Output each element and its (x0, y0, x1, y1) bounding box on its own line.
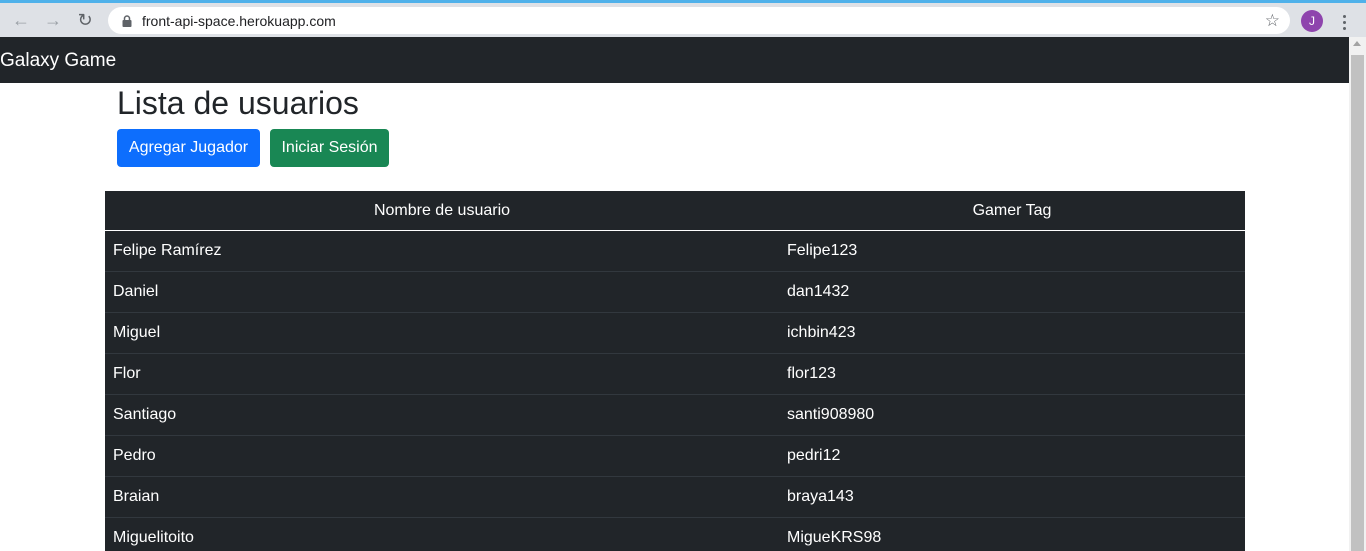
username-cell: Miguel (113, 324, 161, 341)
gamertag-cell: pedri12 (787, 447, 841, 464)
navbar-brand[interactable]: Galaxy Game (0, 50, 116, 72)
gamertag-cell: braya143 (787, 488, 854, 505)
gamertag-cell: MigueKRS98 (787, 529, 882, 546)
table-row: Braian braya143 (105, 477, 1245, 518)
table-row: Pedro pedri12 (105, 436, 1245, 477)
add-player-button[interactable]: Agregar Jugador (117, 129, 260, 167)
username-cell: Santiago (113, 406, 177, 423)
gamertag-cell: flor123 (787, 365, 836, 382)
url-text[interactable]: front-api-space.herokuapp.com (142, 13, 336, 29)
table-header: Nombre de usuario Gamer Tag (105, 191, 1245, 231)
gamertag-cell: santi908980 (787, 406, 875, 423)
table-row: Flor flor123 (105, 354, 1245, 395)
login-button[interactable]: Iniciar Sesión (270, 129, 389, 167)
address-bar[interactable]: front-api-space.herokuapp.com ☆ (108, 7, 1290, 34)
page-viewport: Galaxy Game Lista de usuarios Agregar Ju… (0, 37, 1366, 551)
table-row: Miguelitoito MigueKRS98 (105, 518, 1245, 551)
back-arrow-icon[interactable]: ← (8, 7, 34, 33)
browser-menu-icon[interactable] (1337, 9, 1351, 35)
username-cell: Daniel (113, 283, 159, 300)
table-row: Felipe Ramírez Felipe123 (105, 231, 1245, 272)
username-cell: Felipe Ramírez (113, 242, 222, 259)
scrollbar-thumb[interactable] (1351, 55, 1364, 551)
bookmark-star-icon[interactable]: ☆ (1265, 11, 1280, 31)
users-table: Nombre de usuario Gamer Tag Felipe Ramír… (105, 191, 1245, 551)
lock-icon (122, 14, 132, 27)
profile-avatar[interactable]: J (1301, 10, 1323, 32)
username-cell: Miguelitoito (113, 529, 194, 546)
table-row: Miguel ichbin423 (105, 313, 1245, 354)
column-header-gamertag: Gamer Tag (972, 201, 1052, 219)
username-cell: Pedro (113, 447, 156, 464)
reload-icon[interactable]: ↻ (72, 7, 98, 33)
username-cell: Flor (113, 365, 141, 382)
gamertag-cell: Felipe123 (787, 242, 858, 259)
column-header-username: Nombre de usuario (373, 201, 511, 219)
scrollbar[interactable] (1349, 37, 1366, 551)
app-navbar: Galaxy Game (0, 37, 1349, 83)
table-row: Daniel dan1432 (105, 272, 1245, 313)
gamertag-cell: dan1432 (787, 283, 850, 300)
browser-toolbar: ← → ↻ front-api-space.herokuapp.com ☆ J (0, 0, 1366, 37)
forward-arrow-icon[interactable]: → (40, 7, 66, 33)
username-cell: Braian (113, 488, 160, 505)
table-row: Santiago santi908980 (105, 395, 1245, 436)
scroll-up-arrow-icon[interactable] (1353, 41, 1361, 46)
page-title: Lista de usuarios (117, 85, 359, 121)
gamertag-cell: ichbin423 (787, 324, 856, 341)
